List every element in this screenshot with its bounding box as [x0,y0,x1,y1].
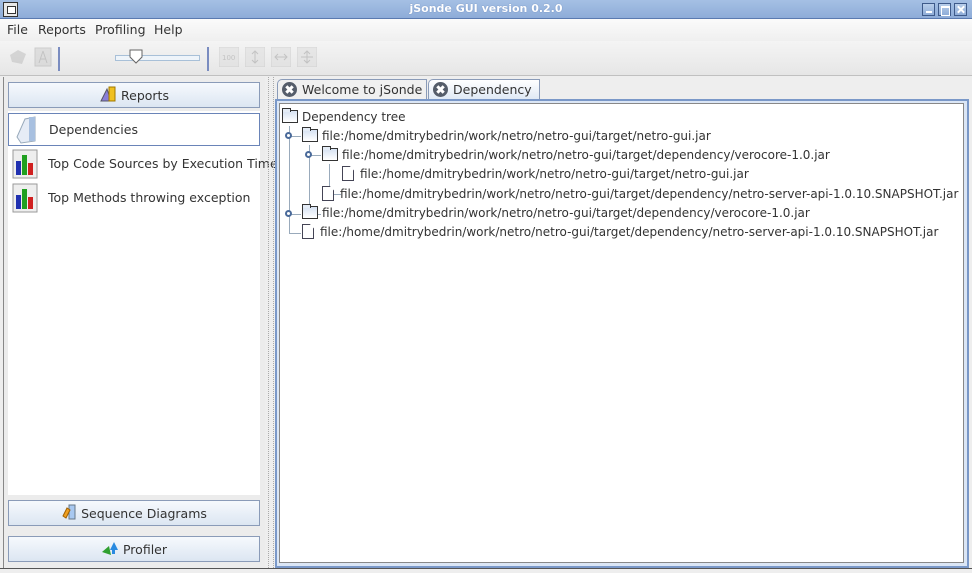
close-tab-icon[interactable] [282,82,297,97]
item-label: Top Methods throwing exception [48,190,251,205]
folder-icon [13,115,39,145]
zoom-slider-thumb[interactable] [128,49,144,65]
menu-file[interactable]: File [7,22,28,37]
node-label: file:/home/dmitrybedrin/work/netro/netro… [322,128,711,143]
toolbar-separator [207,47,209,71]
file-icon [322,186,334,201]
file-icon [302,224,314,239]
item-label: Dependencies [49,122,138,137]
dependency-tree[interactable]: Dependency tree file:/home/dmitrybedrin/… [279,103,964,563]
list-item-top-methods-exception[interactable]: Top Methods throwing exception [8,181,260,214]
reports-button[interactable]: Reports [8,82,260,108]
profiler-button[interactable]: Profiler [8,536,260,562]
node-label: file:/home/dmitrybedrin/work/netro/netro… [360,166,749,181]
reports-panel: Reports Dependencies Top Code Sources by… [3,77,278,568]
node-label: file:/home/dmitrybedrin/work/netro/netro… [320,224,939,239]
menu-help[interactable]: Help [154,22,183,37]
maximize-button[interactable] [938,3,951,16]
reports-icon [99,86,117,105]
item-label: Top Code Sources by Execution Time [48,156,278,171]
close-tab-icon[interactable] [433,82,448,97]
sequence-diagram-icon [61,504,77,523]
folder-icon [322,146,338,161]
tab-welcome[interactable]: Welcome to jSonde [277,79,427,99]
bar-chart-icon [12,183,38,213]
tab-label: Dependency [453,82,532,97]
folder-icon [302,127,318,142]
list-item-top-code-sources[interactable]: Top Code Sources by Execution Time [8,147,278,180]
menu-profiling[interactable]: Profiling [95,22,146,37]
tree-node[interactable]: file:/home/dmitrybedrin/work/netro/netro… [340,164,749,183]
node-label: file:/home/dmitrybedrin/work/netro/netro… [342,147,830,162]
zoom-100-icon[interactable]: 100 [218,46,240,68]
tree-node[interactable]: file:/home/dmitrybedrin/work/netro/netro… [302,126,711,145]
profiler-label: Profiler [122,541,167,557]
sequence-diagrams-button[interactable]: Sequence Diagrams [8,500,260,526]
toolbar-separator [58,47,60,71]
tab-label: Welcome to jSonde [302,82,423,97]
svg-text:100: 100 [222,54,235,62]
status-bar [0,568,972,573]
reports-list: Dependencies Top Code Sources by Executi… [8,111,278,495]
expand-toggle[interactable] [305,151,312,158]
report-view: Welcome to jSonde Dependency Dependency … [274,77,972,568]
tree-line [289,126,290,234]
menu-reports[interactable]: Reports [38,22,86,37]
node-label: file:/home/dmitrybedrin/work/netro/netro… [340,186,959,201]
pdf-icon[interactable] [33,47,53,67]
bar-chart-icon [12,149,38,179]
fit-height-icon[interactable] [244,46,266,68]
folder-icon [282,108,298,123]
file-icon [342,166,354,181]
profiler-icon [101,540,119,559]
expand-toggle[interactable] [285,210,292,217]
title-bar: jSonde GUI version 0.2.0 [0,0,972,19]
tree-root[interactable]: Dependency tree [282,107,406,126]
node-label: file:/home/dmitrybedrin/work/netro/netro… [322,205,810,220]
minimize-button[interactable] [922,3,935,16]
tree-node[interactable]: file:/home/dmitrybedrin/work/netro/netro… [320,184,958,203]
tab-content: Dependency tree file:/home/dmitrybedrin/… [275,99,969,568]
toolbar: 100 [0,41,972,76]
expand-toggle[interactable] [285,132,292,139]
tree-node[interactable]: file:/home/dmitrybedrin/work/netro/netro… [322,145,830,164]
tab-dependency[interactable]: Dependency [428,79,540,99]
sequence-diagrams-label: Sequence Diagrams [81,505,207,521]
window-title: jSonde GUI version 0.2.0 [409,2,563,15]
menu-bar: File Reports Profiling Help [0,19,972,41]
tree-node[interactable]: file:/home/dmitrybedrin/work/netro/netro… [300,222,938,241]
move-icon[interactable] [296,46,318,68]
fit-width-icon[interactable] [270,46,292,68]
folder-icon [302,204,318,219]
reports-label: Reports [121,87,169,103]
close-window-button[interactable] [954,3,967,16]
tree-node[interactable]: file:/home/dmitrybedrin/work/netro/netro… [302,203,810,222]
node-label: Dependency tree [302,109,406,124]
list-item-dependencies[interactable]: Dependencies [8,113,260,146]
open-icon[interactable] [8,47,28,67]
